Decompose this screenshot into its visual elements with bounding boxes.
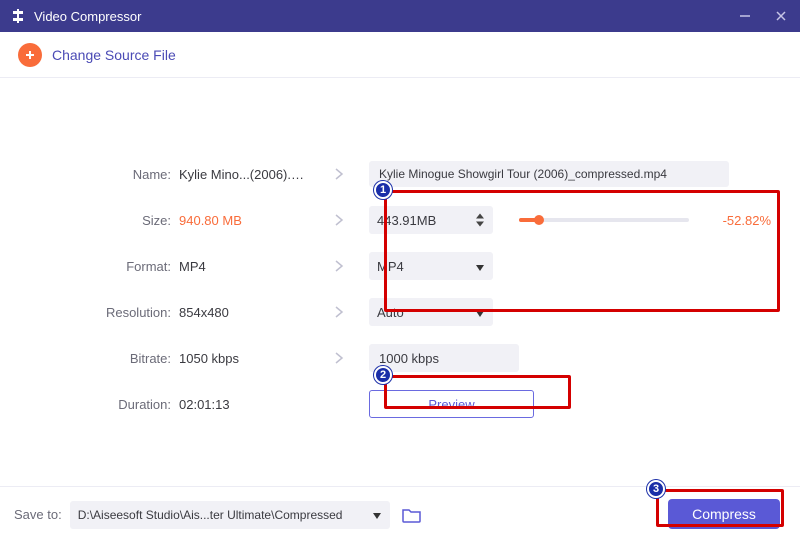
arrow-icon: [309, 259, 369, 273]
arrow-icon: [309, 351, 369, 365]
arrow-icon: [309, 213, 369, 227]
label-duration: Duration:: [14, 397, 179, 412]
label-saveto: Save to:: [14, 507, 62, 522]
output-name-field[interactable]: Kylie Minogue Showgirl Tour (2006)_compr…: [369, 161, 729, 187]
output-resolution-select[interactable]: Auto: [369, 298, 493, 326]
add-icon[interactable]: [18, 43, 42, 67]
titlebar: Video Compressor: [0, 0, 800, 32]
main-panel: Name: Kylie Mino...(2006).mp4 Kylie Mino…: [0, 78, 800, 486]
arrow-icon: [309, 305, 369, 319]
size-slider[interactable]: [519, 218, 689, 222]
close-button[interactable]: [772, 7, 790, 25]
output-size-stepper[interactable]: 443.91MB: [369, 206, 493, 234]
row-size: Size: 940.80 MB 443.91MB: [14, 206, 786, 234]
output-bitrate-value: 1000 kbps: [369, 344, 519, 372]
header: Change Source File: [0, 32, 800, 78]
source-name: Kylie Mino...(2006).mp4: [179, 167, 309, 182]
window-title: Video Compressor: [34, 9, 736, 24]
output-resolution-value: Auto: [377, 305, 404, 320]
folder-icon: [402, 507, 422, 523]
row-duration: Duration: 02:01:13 Preview: [14, 390, 786, 418]
source-resolution: 854x480: [179, 305, 309, 320]
chevron-down-icon: [475, 259, 485, 274]
app-icon: [10, 8, 26, 24]
annotation-badge-1: 1: [374, 181, 392, 199]
label-bitrate: Bitrate:: [14, 351, 179, 366]
compress-button[interactable]: Compress: [668, 499, 780, 529]
app-window: Video Compressor Change Source File Name…: [0, 0, 800, 542]
annotation-badge-2: 2: [374, 366, 392, 384]
output-format-value: MP4: [377, 259, 404, 274]
annotation-badge-3: 3: [647, 480, 665, 498]
saveto-path-value: D:\Aiseesoft Studio\Ais...ter Ultimate\C…: [78, 508, 343, 522]
label-name: Name:: [14, 167, 179, 182]
preview-button[interactable]: Preview: [369, 390, 534, 418]
minimize-button[interactable]: [736, 7, 754, 25]
row-name: Name: Kylie Mino...(2006).mp4 Kylie Mino…: [14, 160, 786, 188]
open-folder-button[interactable]: [400, 503, 424, 527]
output-size-value: 443.91MB: [377, 213, 436, 228]
window-controls: [736, 7, 790, 25]
label-size: Size:: [14, 213, 179, 228]
change-source-link[interactable]: Change Source File: [52, 47, 176, 63]
label-format: Format:: [14, 259, 179, 274]
size-reduction-pct: -52.82%: [709, 213, 771, 228]
chevron-down-icon: [372, 508, 382, 522]
source-bitrate: 1050 kbps: [179, 351, 309, 366]
source-size: 940.80 MB: [179, 213, 309, 228]
stepper-icon: [475, 213, 485, 227]
source-format: MP4: [179, 259, 309, 274]
output-format-select[interactable]: MP4: [369, 252, 493, 280]
row-bitrate: Bitrate: 1050 kbps 1000 kbps: [14, 344, 786, 372]
row-resolution: Resolution: 854x480 Auto: [14, 298, 786, 326]
saveto-path-select[interactable]: D:\Aiseesoft Studio\Ais...ter Ultimate\C…: [70, 501, 390, 529]
source-duration: 02:01:13: [179, 397, 309, 412]
label-resolution: Resolution:: [14, 305, 179, 320]
row-format: Format: MP4 MP4: [14, 252, 786, 280]
footer: Save to: D:\Aiseesoft Studio\Ais...ter U…: [0, 486, 800, 542]
chevron-down-icon: [475, 305, 485, 320]
arrow-icon: [309, 167, 369, 181]
slider-knob[interactable]: [534, 215, 544, 225]
